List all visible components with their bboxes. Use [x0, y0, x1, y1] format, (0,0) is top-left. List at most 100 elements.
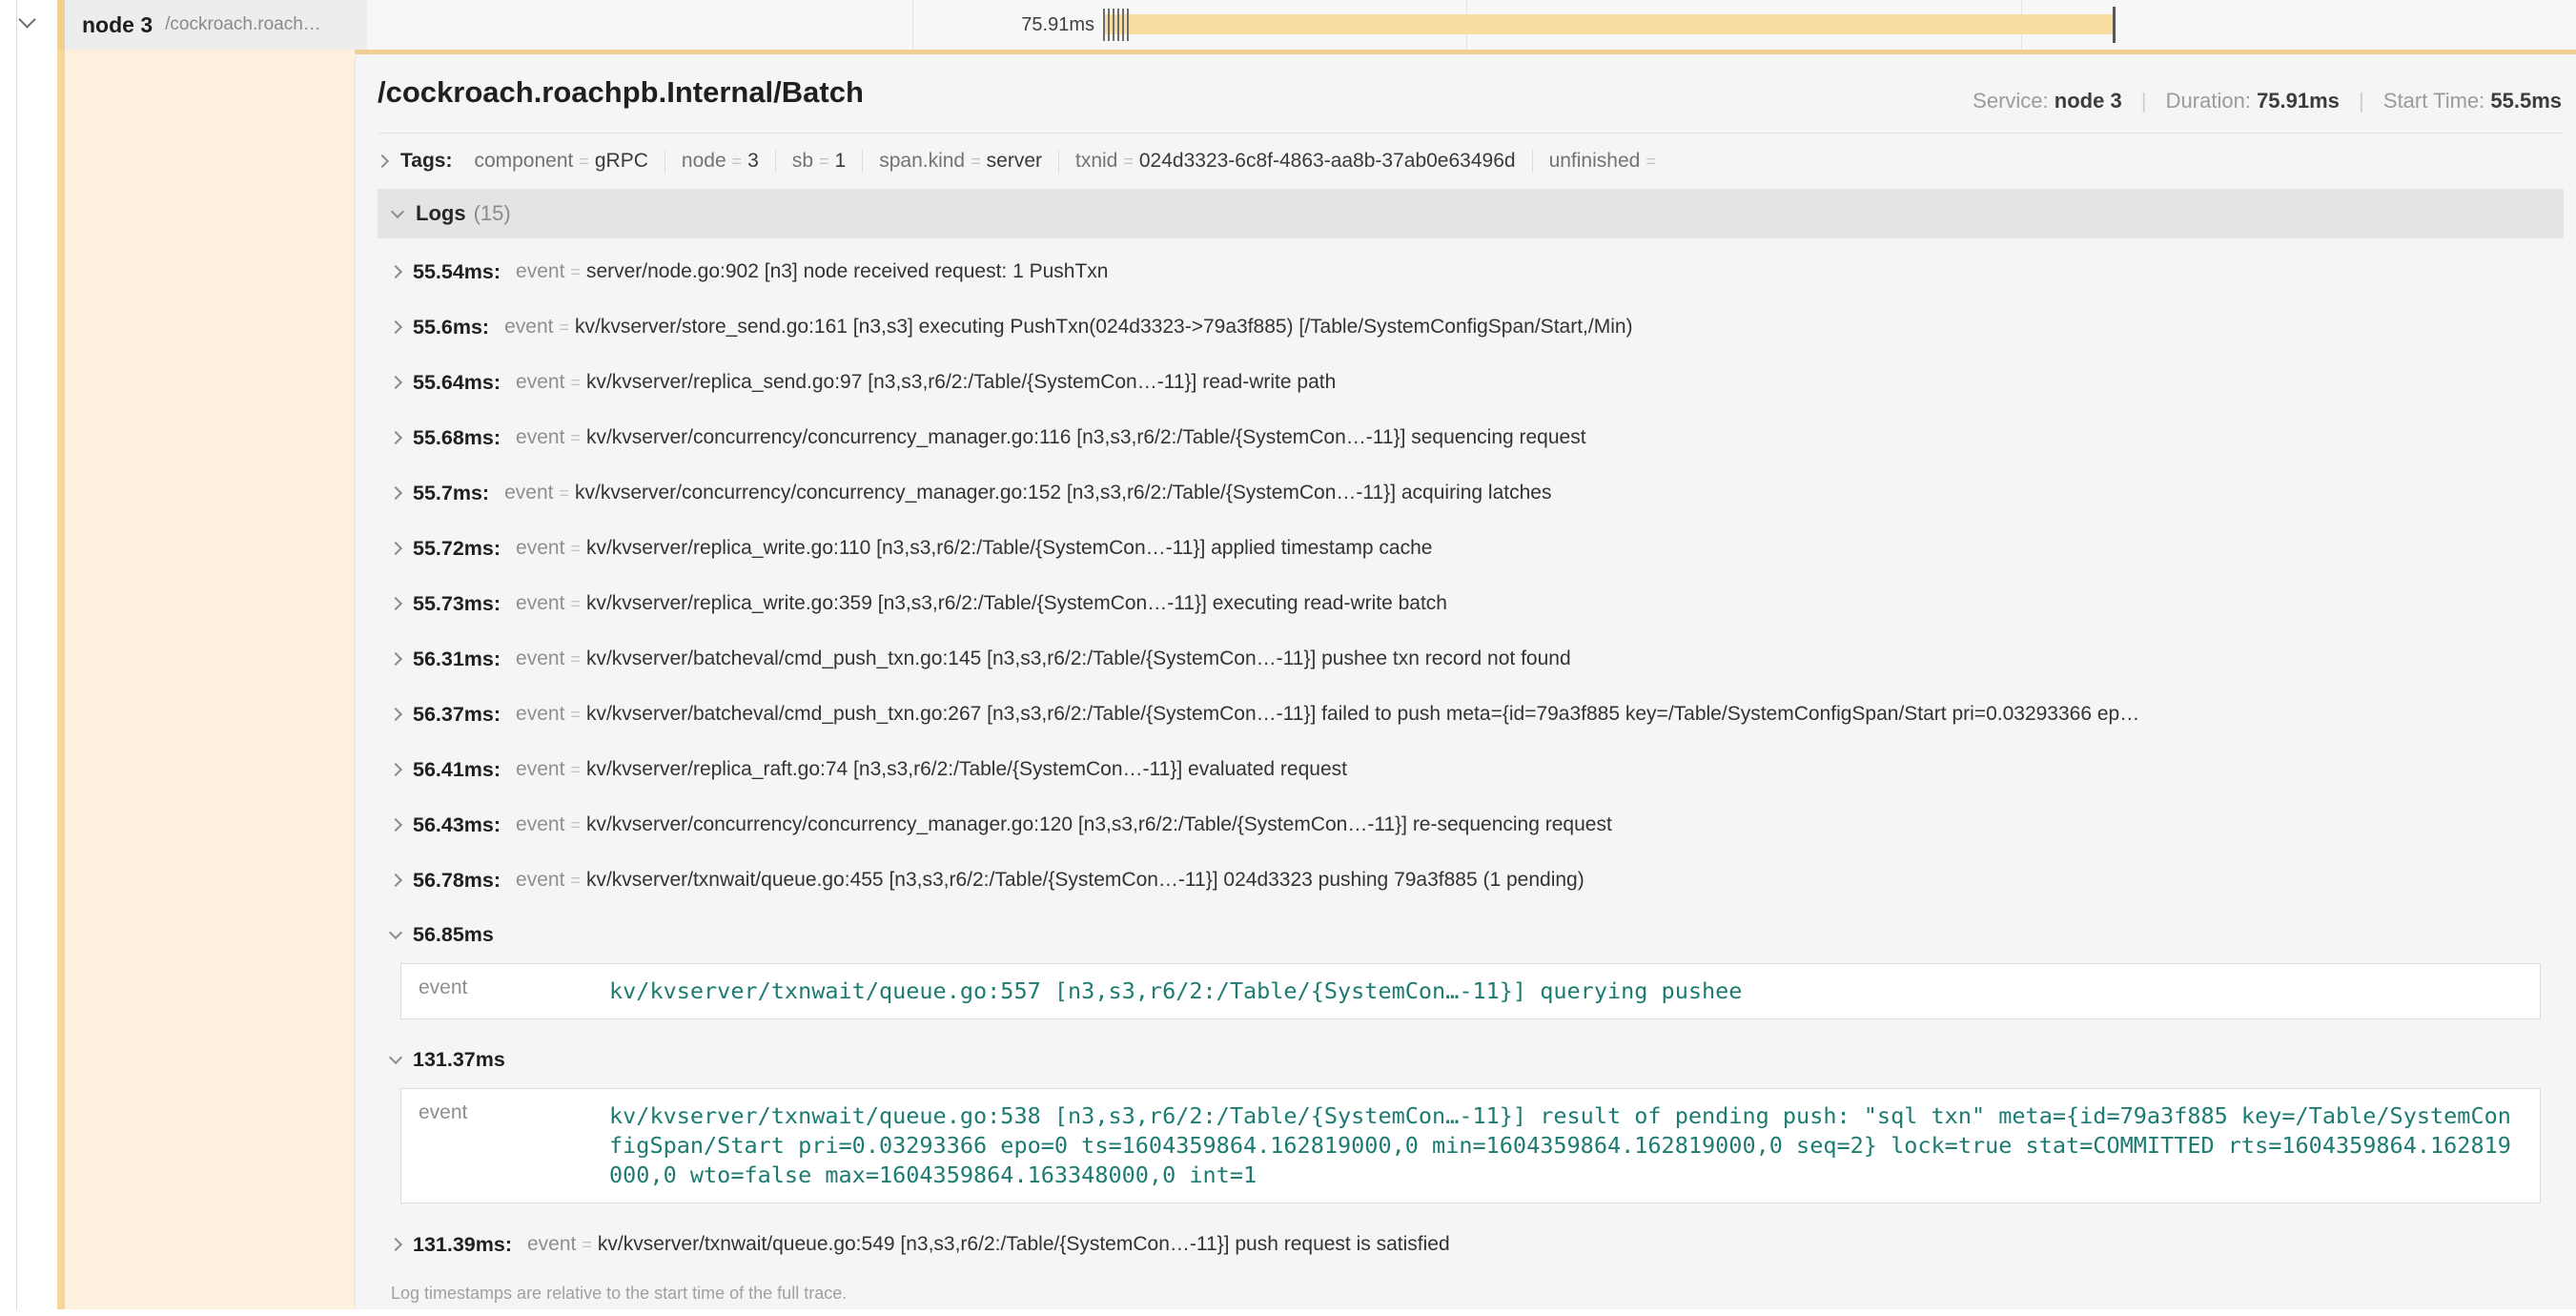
log-timestamp: 55.7ms:: [413, 482, 489, 505]
chevron-right-icon: [389, 1238, 402, 1251]
span-duration-label: 75.91ms: [367, 0, 1094, 50]
log-row[interactable]: 131.39ms: event = kv/kvserver/txnwait/queue…: [378, 1217, 2564, 1272]
equals-sign: =: [570, 373, 581, 393]
span-timeline[interactable]: 75.91ms: [367, 0, 2576, 50]
log-timestamp: 55.64ms:: [413, 371, 501, 395]
equals-sign: =: [819, 152, 829, 172]
log-value: kv/kvserver/txnwait/queue.go:455 [n3,s3,…: [586, 869, 1584, 892]
log-key: event: [516, 592, 564, 615]
equals-sign: =: [570, 539, 581, 559]
tag-key: sb: [792, 150, 813, 173]
log-row[interactable]: 56.43ms:event=kv/kvserver/concurrency/co…: [378, 797, 2564, 853]
tags-row[interactable]: Tags: component=gRPCnode=3sb=1span.kind=…: [378, 134, 2564, 189]
log-value: kv/kvserver/concurrency/concurrency_mana…: [575, 482, 1551, 504]
log-key: event: [516, 869, 564, 892]
chevron-right-icon: [389, 763, 402, 776]
tags-label: Tags:: [400, 150, 452, 173]
chevron-right-icon: [389, 320, 402, 334]
log-row-expanded-header[interactable]: 131.37ms: [378, 1033, 2564, 1086]
log-marker: [1127, 9, 1129, 41]
tags-list: component=gRPCnode=3sb=1span.kind=server…: [458, 150, 1677, 173]
span-name-tab[interactable]: node 3 /cockroach.roach…: [57, 0, 367, 50]
chevron-right-icon: [389, 597, 402, 610]
chevron-right-icon: [389, 431, 402, 444]
log-timestamp: 56.78ms:: [413, 869, 501, 893]
log-timestamp: 56.41ms:: [413, 758, 501, 782]
log-row[interactable]: 55.64ms:event=kv/kvserver/replica_send.g…: [378, 355, 2564, 410]
span-meta: Service: node 3 | Duration: 75.91ms | St…: [1973, 89, 2562, 113]
log-row[interactable]: 56.31ms:event=kv/kvserver/batcheval/cmd_…: [378, 631, 2564, 687]
log-row[interactable]: 55.54ms:event=server/node.go:902 [n3] no…: [378, 244, 2564, 299]
tag-item: component=gRPC: [458, 150, 664, 173]
chevron-down-icon: [389, 926, 402, 939]
log-marker: [1117, 9, 1119, 41]
duration-label: Duration:: [2166, 89, 2251, 113]
equals-sign: =: [570, 428, 581, 448]
log-row[interactable]: 55.72ms:event=kv/kvserver/replica_write.…: [378, 521, 2564, 576]
log-row[interactable]: 55.6ms:event=kv/kvserver/store_send.go:1…: [378, 299, 2564, 355]
duration-value: 75.91ms: [2257, 89, 2340, 113]
log-field-value[interactable]: kv/kvserver/txnwait/queue.go:538 [n3,s3,…: [609, 1101, 2540, 1190]
log-key: event: [516, 260, 564, 283]
chevron-down-icon: [391, 205, 404, 218]
span-detail-header: /cockroach.roachpb.Internal/Batch Servic…: [378, 75, 2564, 134]
logs-count: (15): [474, 201, 511, 226]
log-value: kv/kvserver/concurrency/concurrency_mana…: [586, 813, 1612, 836]
span-duration-bar[interactable]: [1104, 14, 2115, 34]
equals-sign: =: [570, 262, 581, 282]
log-marker: [1113, 9, 1114, 41]
log-timestamp: 56.37ms:: [413, 703, 501, 727]
log-timestamp: 55.72ms:: [413, 537, 501, 561]
chevron-right-icon: [389, 376, 402, 389]
equals-sign: =: [582, 1235, 592, 1255]
log-value: kv/kvserver/replica_raft.go:74 [n3,s3,r6…: [586, 758, 1347, 781]
service-value: node 3: [2055, 89, 2122, 113]
equals-sign: =: [559, 483, 569, 504]
log-key: event: [516, 426, 564, 449]
chevron-down-icon: [389, 1051, 402, 1064]
equals-sign: =: [570, 815, 581, 835]
log-timestamp: 131.39ms:: [413, 1233, 512, 1257]
span-service-name: node 3: [82, 12, 153, 38]
equals-sign: =: [570, 649, 581, 669]
log-row[interactable]: 55.73ms:event=kv/kvserver/replica_write.…: [378, 576, 2564, 631]
equals-sign: =: [570, 871, 581, 891]
logs-title: Logs: [416, 201, 466, 226]
equals-sign: =: [579, 152, 589, 172]
log-row[interactable]: 56.78ms: event =kv/kvserver/txnwait/queue.…: [378, 853, 2564, 908]
log-key: event: [516, 537, 564, 560]
chevron-right-icon: [389, 818, 402, 832]
log-timestamp: 131.37ms: [413, 1048, 505, 1072]
log-detail-table: eventkv/kvserver/txnwait/queue.go:538 [n…: [400, 1088, 2541, 1203]
chevron-right-icon: [389, 652, 402, 666]
equals-sign: =: [1646, 152, 1656, 172]
span-row: node 3 /cockroach.roach… 75.91ms: [0, 0, 2576, 50]
log-row-expanded-header[interactable]: 56.85ms: [378, 908, 2564, 961]
log-row[interactable]: 56.37ms:event=kv/kvserver/batcheval/cmd_…: [378, 687, 2564, 742]
log-key: event: [504, 316, 553, 339]
log-row[interactable]: 55.7ms:event=kv/kvserver/concurrency/con…: [378, 465, 2564, 521]
chevron-down-icon[interactable]: [18, 10, 35, 28]
meta-separator: |: [2359, 89, 2364, 113]
logs-section-header[interactable]: Logs (15): [378, 189, 2564, 238]
log-field-value[interactable]: kv/kvserver/txnwait/queue.go:557 [n3,s3,…: [609, 977, 2540, 1006]
chevron-right-icon: [389, 486, 402, 500]
log-key: event: [527, 1233, 576, 1256]
start-time-label: Start Time:: [2383, 89, 2484, 113]
tag-key: span.kind: [879, 150, 965, 173]
log-key: event: [516, 371, 564, 394]
log-timestamp: 55.6ms:: [413, 316, 489, 339]
log-value: kv/kvserver/txnwait/queue.go:549 [n3,s3,…: [598, 1233, 1450, 1256]
tag-value: 1: [835, 150, 847, 173]
log-value: kv/kvserver/batcheval/cmd_push_txn.go:26…: [586, 703, 2139, 726]
log-timestamp: 56.43ms:: [413, 813, 501, 837]
log-marker: [1108, 9, 1110, 41]
logs-footer-note: Log timestamps are relative to the start…: [378, 1276, 2564, 1316]
log-timestamp: 56.31ms:: [413, 648, 501, 671]
equals-sign: =: [732, 152, 743, 172]
log-key: event: [516, 758, 564, 781]
tag-value: 024d3323-6c8f-4863-aa8b-37ab0e63496d: [1139, 150, 1516, 173]
log-row[interactable]: 56.41ms:event=kv/kvserver/replica_raft.g…: [378, 742, 2564, 797]
log-row[interactable]: 55.68ms:event=kv/kvserver/concurrency/co…: [378, 410, 2564, 465]
tag-value: gRPC: [595, 150, 648, 173]
